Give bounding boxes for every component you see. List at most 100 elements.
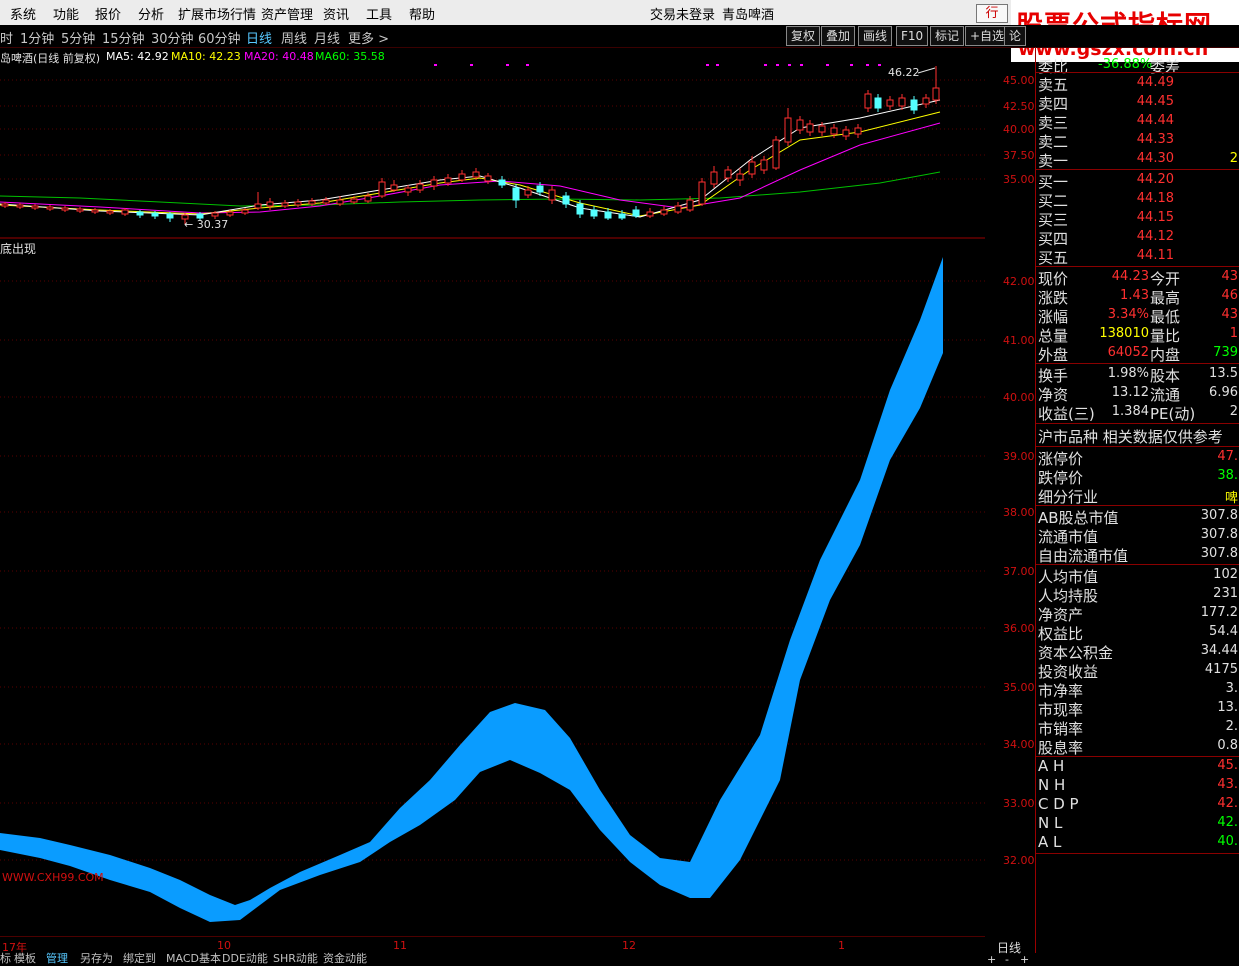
ah-row-label: N H (1038, 776, 1066, 794)
fund-row: 股息率 0.8 (1036, 737, 1239, 757)
indicator-tab[interactable]: 资金动能 (323, 953, 367, 964)
login-status[interactable]: 交易未登录 (650, 4, 715, 23)
candle-body (151, 212, 159, 217)
candle-body (390, 184, 398, 191)
toolbar-button[interactable]: 叠加 (821, 26, 856, 46)
high-arrow (917, 67, 936, 74)
period-tab[interactable]: 15分钟 (102, 28, 145, 47)
candle-body (854, 127, 862, 135)
indicator-tab[interactable]: 标 (0, 953, 11, 964)
candle-body (378, 181, 386, 197)
ma-label: MA60: 35.58 (315, 50, 385, 63)
stat-row-label2: 最低 (1150, 308, 1181, 326)
toolbar-button[interactable]: 复权 (786, 26, 821, 46)
menu-item[interactable]: 分析 (138, 4, 164, 23)
signal-marker (850, 64, 853, 66)
indicator-tab[interactable]: 模板 (14, 953, 36, 964)
indicator-axis-label: 37.00 (1003, 565, 1035, 578)
indicator-tab[interactable]: MACD基本 (166, 953, 221, 964)
menu-item[interactable]: 扩展市场行情 (178, 4, 256, 23)
period-tab[interactable]: 日线 (246, 28, 272, 47)
period-tab[interactable]: 30分钟 (151, 28, 194, 47)
candle-body (536, 185, 544, 193)
candle-body (736, 173, 744, 181)
signal-marker (434, 64, 437, 66)
menu-item[interactable]: 功能 (53, 4, 79, 23)
stat-row-value: 44.23 (1111, 269, 1149, 284)
fund-row-value: 2. (1225, 719, 1238, 734)
ah-row-value: 40. (1217, 834, 1238, 849)
indicator-tab[interactable]: SHR动能 (273, 953, 318, 964)
expand-button[interactable]: + (1020, 953, 1029, 966)
menu-item[interactable]: 帮助 (409, 4, 435, 23)
toolbar-button[interactable]: 标记 (930, 26, 965, 46)
signal-marker (764, 64, 767, 66)
menu-item[interactable]: 报价 (95, 4, 121, 23)
panel-divider (1036, 423, 1239, 424)
candle-body (266, 201, 274, 207)
fund-row: 人均持股 231 (1036, 585, 1239, 605)
limit-row-label: 跌停价 (1038, 469, 1084, 487)
indicator-tab[interactable]: 管理 (46, 953, 68, 964)
ask-row-label: 卖四 (1038, 95, 1069, 113)
limit-row: 跌停价 38. (1036, 467, 1239, 487)
candle-body (31, 205, 39, 209)
candle-body (772, 139, 780, 169)
stat-row-value2: 43 (1221, 307, 1238, 322)
low-price-value: 30.37 (196, 218, 229, 231)
mcap-row: 流通市值 307.8 (1036, 526, 1239, 546)
stat-row-label: 换手 (1038, 367, 1069, 385)
candle-body (121, 209, 129, 215)
indicator-tab[interactable]: DDE动能 (222, 953, 268, 964)
ask-row-label: 卖一 (1038, 152, 1069, 170)
menu-item[interactable]: 系统 (10, 4, 36, 23)
fund-row-value: 231 (1213, 586, 1238, 601)
toolbar-button[interactable]: +自选 (965, 26, 1010, 46)
bid-row-value: 44.15 (1136, 210, 1174, 225)
candle-body (548, 189, 556, 201)
candle-body (604, 211, 612, 219)
indicator-tab[interactable]: 另存为 (80, 953, 113, 964)
candle-body (1, 203, 9, 207)
ah-row: C D P 42. (1036, 795, 1239, 814)
ask-row: 卖四 44.45 (1036, 93, 1239, 113)
period-tab[interactable]: 时 (0, 28, 13, 47)
stat-row-value: 13.12 (1111, 385, 1149, 400)
zoom-in-button[interactable]: + (987, 953, 996, 966)
menu-item[interactable]: 工具 (366, 4, 392, 23)
period-indicator: 日线 (997, 941, 1022, 955)
zoom-out-button[interactable]: - (1005, 953, 1009, 966)
period-tab[interactable]: 5分钟 (61, 28, 95, 47)
panel-divider (1036, 169, 1239, 170)
candle-body (322, 199, 330, 204)
date-axis-label: 10 (217, 939, 231, 952)
period-tab[interactable]: 1分钟 (20, 28, 54, 47)
period-tab[interactable]: 60分钟 (198, 28, 241, 47)
toolbar-button[interactable]: 画线 (858, 26, 893, 46)
stat-row: 总量 138010 量比 1 (1036, 325, 1239, 345)
candle-body (350, 198, 358, 203)
period-tab[interactable]: 周线 (281, 28, 307, 47)
stat-row-value2: 13.5 (1209, 366, 1238, 381)
stat-row-label: 现价 (1038, 270, 1069, 288)
fund-row-value: 54.4 (1209, 624, 1238, 639)
candle-body (136, 211, 144, 216)
stat-row: 现价 44.23 今开 43 (1036, 268, 1239, 288)
indicator-tab[interactable]: 绑定到 (123, 953, 156, 964)
fund-row-label: 市现率 (1038, 701, 1084, 719)
chart-canvas[interactable] (0, 47, 985, 937)
period-tab[interactable]: 更多 > (348, 28, 389, 47)
menu-item[interactable]: 资讯 (323, 4, 349, 23)
toolbar-button[interactable]: 论 (1004, 26, 1027, 46)
price-axis-label: 35.00 (1003, 173, 1035, 186)
candle-body (91, 209, 99, 213)
ask-row: 卖五 44.49 (1036, 74, 1239, 94)
indicator-axis-label: 34.00 (1003, 738, 1035, 751)
menu-item[interactable]: 资产管理 (261, 4, 313, 23)
toolbar-button[interactable]: F10 (896, 26, 929, 46)
ask-row-value: 44.33 (1136, 132, 1174, 147)
trade-button[interactable]: 行 (976, 4, 1008, 23)
candle-body (308, 200, 316, 205)
period-tab[interactable]: 月线 (314, 28, 340, 47)
candle-body (61, 207, 69, 211)
